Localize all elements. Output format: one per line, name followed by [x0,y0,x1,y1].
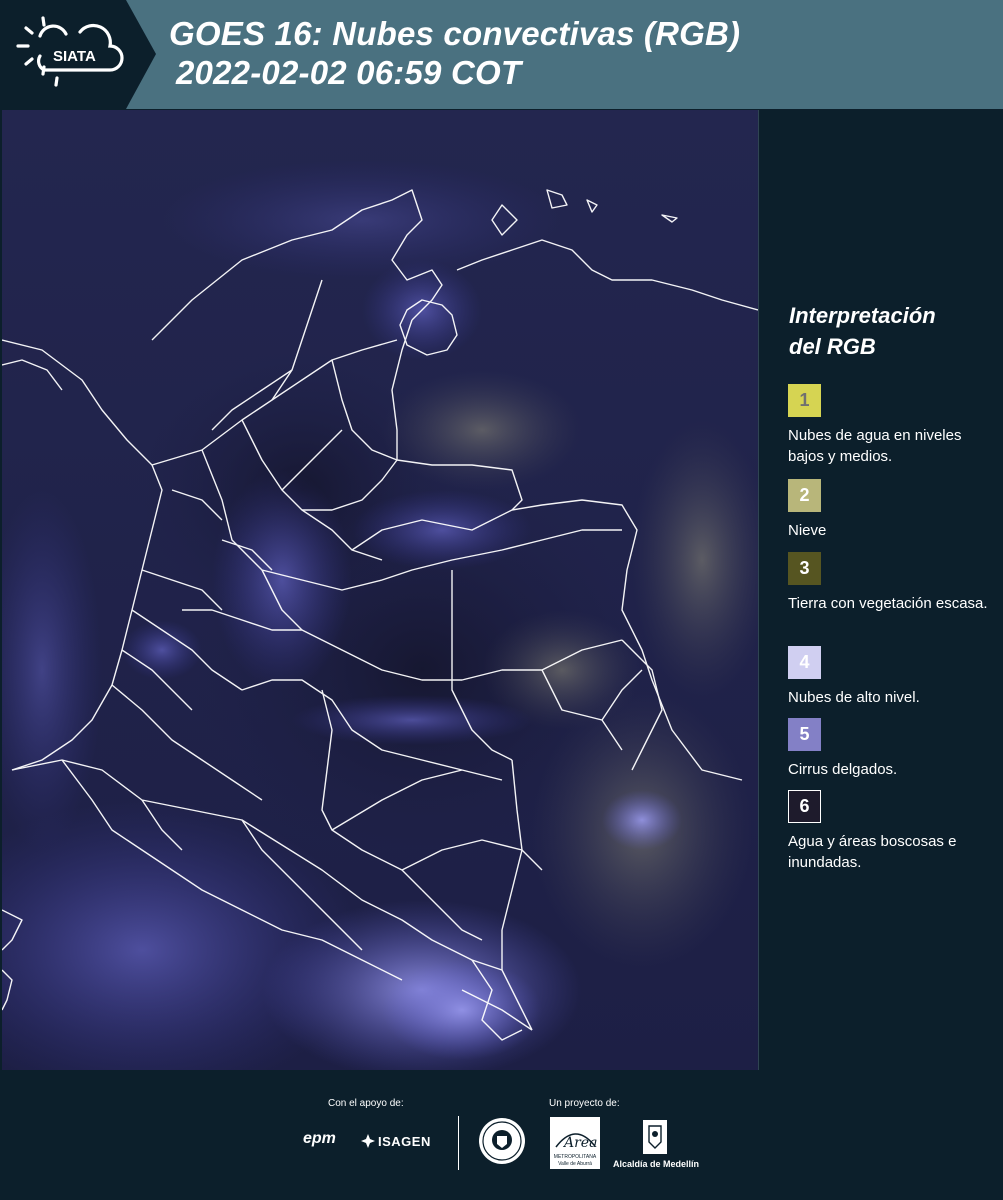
satellite-map [2,110,759,1070]
siata-logo-text: SIATA [53,48,96,65]
epm-logo: epm [303,1130,336,1147]
isagen-icon [361,1134,375,1148]
footer: Con el apoyo de: Un proyecto de: epm ISA… [0,1072,1003,1200]
area-logo-sub1: METROPOLITANA [554,1154,597,1160]
legend-label-2: Nieve [788,522,827,539]
project-label: Un proyecto de: [549,1098,620,1109]
legend-swatch-6: 6 [788,790,821,823]
legend-item-6: 6 Agua y áreas boscosas e inundadas. [788,790,988,873]
legend-item-3: 3 Tierra con vegetación escasa. [788,552,988,614]
footer-divider [458,1116,459,1170]
isagen-logo: ISAGEN [378,1134,431,1149]
legend-swatch-3: 3 [788,552,821,585]
area-logo-sub2: Valle de Aburrá [558,1161,592,1167]
legend-item-5: 5 Cirrus delgados. [788,718,988,780]
legend-label-1: Nubes de agua en niveles bajos y medios. [788,427,962,465]
legend-label-4: Nubes de alto nivel. [788,689,920,706]
legend-title: Interpretación del RGB [789,300,989,362]
page-timestamp: 2022-02-02 06:59 COT [176,54,522,91]
header-bar: SIATA GOES 16: Nubes convectivas (RGB) 2… [0,0,1003,109]
page-title: GOES 16: Nubes convectivas (RGB) [169,15,741,52]
legend-swatch-5: 5 [788,718,821,751]
legend-swatch-2: 2 [788,479,821,512]
legend-swatch-4: 4 [788,646,821,679]
area-logo-name: Área [562,1133,597,1151]
area-metropolitana-logo: Área METROPOLITANA Valle de Aburrá [550,1117,600,1169]
support-label: Con el apoyo de: [328,1098,404,1109]
legend-label-5: Cirrus delgados. [788,761,898,778]
legend-swatch-1: 1 [788,384,821,417]
legend-item-4: 4 Nubes de alto nivel. [788,646,988,708]
medellin-seal-icon [479,1118,525,1164]
legend-title-line2: del RGB [789,334,876,359]
legend-label-6: Agua y áreas boscosas e inundadas. [788,833,957,871]
legend-item-1: 1 Nubes de agua en niveles bajos y medio… [788,384,988,467]
siata-logo: SIATA [0,0,158,109]
legend-title-line1: Interpretación [789,303,936,328]
alcaldia-label: Alcaldía de Medellín [613,1159,700,1169]
alcaldia-icon [643,1120,667,1154]
legend-item-2: 2 Nieve [788,479,988,541]
legend-label-3: Tierra con vegetación escasa. [788,595,988,612]
